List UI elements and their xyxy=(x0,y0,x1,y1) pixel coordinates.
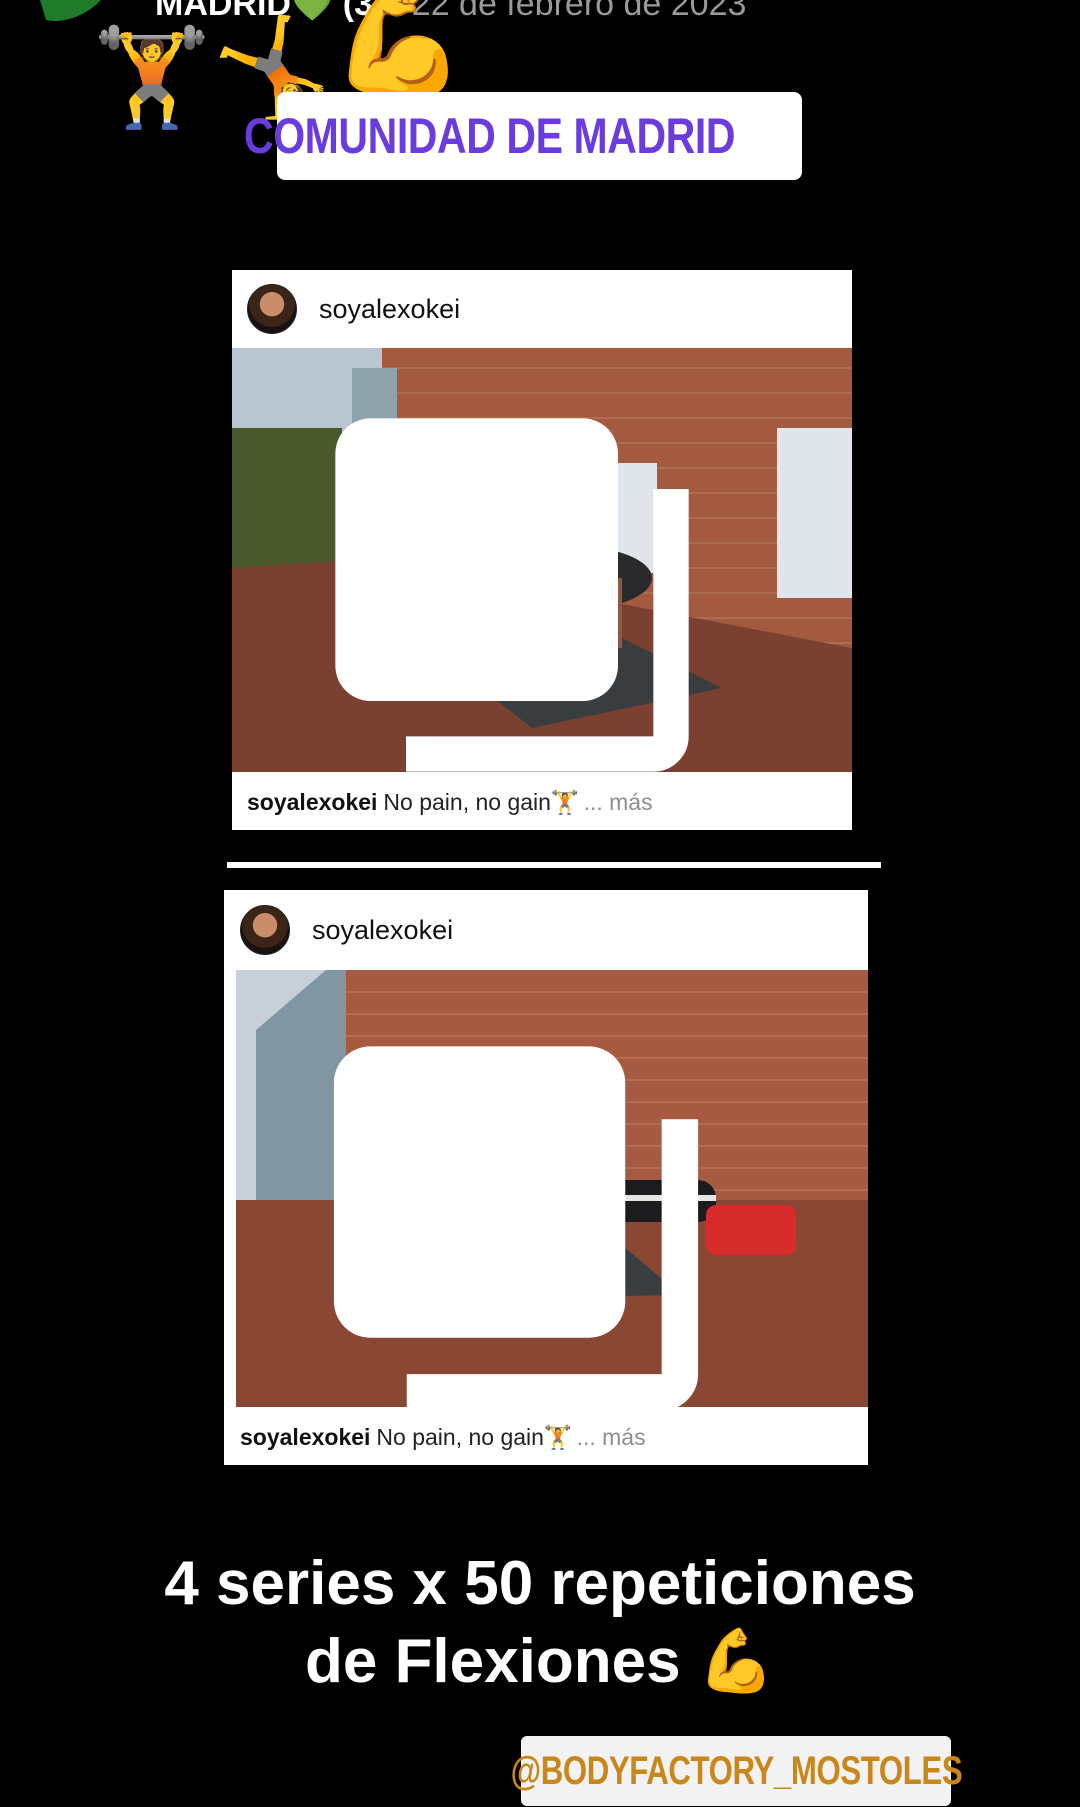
post-username[interactable]: soyalexokei xyxy=(319,294,460,325)
post-photo[interactable] xyxy=(232,348,852,772)
post-card-2[interactable]: soyalexokei soyalexokei No pain, no gain… xyxy=(224,890,868,1465)
mention-sticker[interactable]: @BODYFACTORY_MOSTOLES xyxy=(510,1736,962,1806)
divider xyxy=(227,862,881,868)
workout-line-2: de Flexiones 💪 xyxy=(0,1623,1080,1701)
avatar[interactable] xyxy=(240,905,290,955)
caption-more-link[interactable]: ... más xyxy=(584,789,653,816)
post-caption: soyalexokei No pain, no gain🏋 ... más xyxy=(240,1409,646,1465)
caption-more-link[interactable]: ... más xyxy=(577,1424,646,1451)
post-header: soyalexokei xyxy=(224,890,868,970)
post-photo[interactable] xyxy=(236,970,868,1407)
post-username[interactable]: soyalexokei xyxy=(312,915,453,946)
caption-username[interactable]: soyalexokei xyxy=(247,789,377,816)
post-caption: soyalexokei No pain, no gain🏋 ... más xyxy=(247,774,653,830)
post-header: soyalexokei xyxy=(232,270,852,348)
bicep-icon: 💪 xyxy=(697,1627,775,1696)
mention-label: @BODYFACTORY_MOSTOLES xyxy=(510,1748,962,1793)
workout-line-2-text: de Flexiones xyxy=(304,1627,681,1696)
post-card-1[interactable]: soyalexokei soyalexokei No pain, no gain… xyxy=(232,270,852,830)
multiple-images-icon xyxy=(333,1046,699,1407)
workout-line-1: 4 series x 50 repeticiones xyxy=(164,1549,916,1618)
caption-text: No pain, no gain🏋 xyxy=(376,1423,573,1450)
caption-username[interactable]: soyalexokei xyxy=(240,1424,370,1451)
caption-text: No pain, no gain🏋 xyxy=(383,788,580,815)
workout-text: 4 series x 50 repeticiones de Flexiones … xyxy=(0,1545,1080,1701)
weightlifter-sticker: 🏋️ xyxy=(92,24,212,131)
location-label: COMUNIDAD DE MADRID xyxy=(244,108,736,164)
location-sticker[interactable]: COMUNIDAD DE MADRID xyxy=(244,92,802,180)
bicep-sticker: 💪 xyxy=(330,0,467,101)
multiple-images-icon xyxy=(335,418,689,772)
avatar[interactable] xyxy=(247,284,297,334)
